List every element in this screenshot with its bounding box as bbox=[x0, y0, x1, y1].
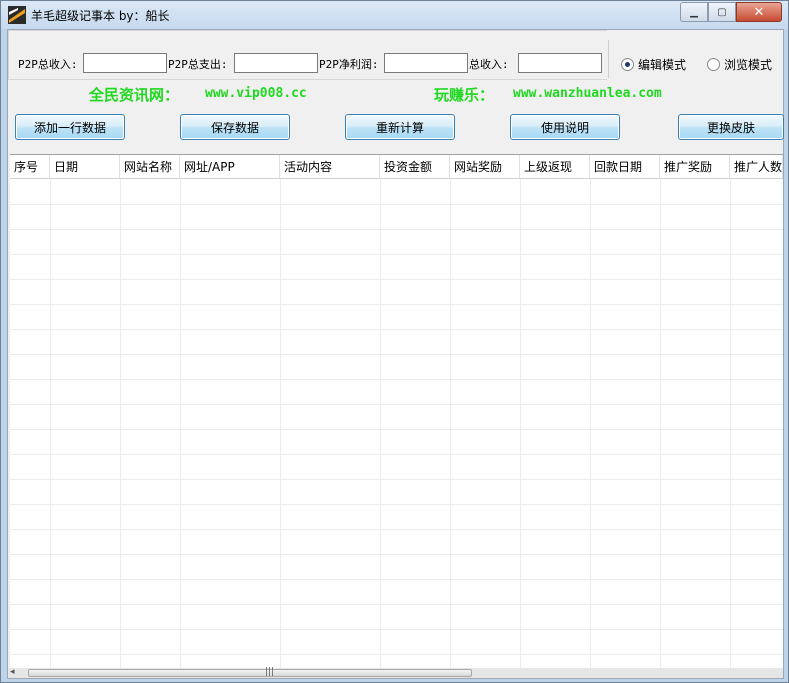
table-row bbox=[10, 504, 783, 505]
window-title: 羊毛超级记事本 by：船长 bbox=[31, 9, 170, 23]
grid-column-line bbox=[730, 179, 731, 670]
summary-group: P2P总收入: P2P总支出: P2P净利润: 总收入: bbox=[8, 30, 607, 80]
column-header[interactable]: 活动内容 bbox=[280, 155, 380, 179]
change-skin-button[interactable]: 更换皮肤 bbox=[678, 114, 784, 140]
scroll-left-icon[interactable]: ◂ bbox=[10, 667, 15, 677]
table-row bbox=[10, 304, 783, 305]
column-header[interactable]: 推广人数 bbox=[730, 155, 783, 179]
table-row bbox=[10, 329, 783, 330]
column-header[interactable]: 投资金额 bbox=[380, 155, 450, 179]
save-button[interactable]: 保存数据 bbox=[180, 114, 290, 140]
site2-url[interactable]: www.wanzhuanlea.com bbox=[513, 86, 662, 101]
grid-column-line bbox=[180, 179, 181, 670]
p2p-net-label: P2P净利润: bbox=[319, 58, 379, 71]
app-window: 羊毛超级记事本 by：船长 ▁ ▢ ✕ P2P总收入: P2P总支出: P2P净… bbox=[0, 0, 789, 683]
table-row bbox=[10, 554, 783, 555]
grid-column-line bbox=[380, 179, 381, 670]
title-bar[interactable]: 羊毛超级记事本 by：船长 ▁ ▢ ✕ bbox=[1, 1, 788, 29]
table-row bbox=[10, 204, 783, 205]
table-row bbox=[10, 429, 783, 430]
data-table[interactable]: 序号 日期 网站名称 网址/APP 活动内容 投资金额 网站奖励 上级返现 回款… bbox=[10, 154, 783, 670]
minimize-icon: ▁ bbox=[690, 6, 698, 18]
grid-column-line bbox=[450, 179, 451, 670]
table-row bbox=[10, 379, 783, 380]
site1-name: 全民资讯网： bbox=[89, 86, 180, 104]
column-header[interactable]: 网站奖励 bbox=[450, 155, 520, 179]
minimize-button[interactable]: ▁ bbox=[680, 2, 708, 22]
grid-column-line bbox=[660, 179, 661, 670]
column-header[interactable]: 网站名称 bbox=[120, 155, 180, 179]
mode-group: 编辑模式 浏览模式 bbox=[608, 40, 784, 78]
table-row bbox=[10, 354, 783, 355]
browse-mode-label: 浏览模式 bbox=[724, 58, 773, 72]
recalculate-button[interactable]: 重新计算 bbox=[345, 114, 455, 140]
p2p-income-field[interactable] bbox=[83, 53, 167, 73]
grid-column-line bbox=[280, 179, 281, 670]
table-row bbox=[10, 654, 783, 655]
total-income-label: 总收入: bbox=[469, 58, 509, 71]
p2p-net-field[interactable] bbox=[384, 53, 468, 73]
main-panel: P2P总收入: P2P总支出: P2P净利润: 总收入: 编辑模式 浏览模式 全… bbox=[7, 29, 784, 679]
grid-column-line bbox=[120, 179, 121, 670]
close-icon: ✕ bbox=[753, 4, 765, 20]
table-row bbox=[10, 579, 783, 580]
add-row-button[interactable]: 添加一行数据 bbox=[15, 114, 125, 140]
grid-column-line bbox=[590, 179, 591, 670]
table-row bbox=[10, 604, 783, 605]
radio-selected-icon bbox=[621, 58, 634, 71]
scrollbar-thumb[interactable]: ||| bbox=[28, 667, 472, 677]
grid-column-line bbox=[50, 179, 51, 670]
table-row bbox=[10, 229, 783, 230]
site1-url[interactable]: www.vip008.cc bbox=[205, 86, 307, 101]
help-button[interactable]: 使用说明 bbox=[510, 114, 620, 140]
column-header[interactable]: 网址/APP bbox=[180, 155, 280, 179]
grid-column-line bbox=[520, 179, 521, 670]
maximize-button[interactable]: ▢ bbox=[708, 2, 736, 22]
table-row bbox=[10, 479, 783, 480]
column-header[interactable]: 回款日期 bbox=[590, 155, 660, 179]
column-header[interactable]: 上级返现 bbox=[520, 155, 590, 179]
edit-mode-label: 编辑模式 bbox=[638, 58, 687, 72]
column-header[interactable]: 日期 bbox=[50, 155, 120, 179]
maximize-icon: ▢ bbox=[717, 6, 727, 18]
radio-unselected-icon bbox=[707, 58, 720, 71]
p2p-expense-field[interactable] bbox=[234, 53, 318, 73]
table-row bbox=[10, 279, 783, 280]
table-row bbox=[10, 254, 783, 255]
edit-mode-radio[interactable]: 编辑模式 bbox=[621, 56, 686, 73]
total-income-field[interactable] bbox=[518, 53, 602, 73]
grip-icon: ||| bbox=[265, 667, 275, 677]
table-row bbox=[10, 529, 783, 530]
table-row bbox=[10, 454, 783, 455]
app-logo-icon bbox=[8, 6, 26, 24]
close-button[interactable]: ✕ bbox=[736, 2, 782, 22]
column-header[interactable]: 序号 bbox=[10, 155, 50, 179]
browse-mode-radio[interactable]: 浏览模式 bbox=[707, 56, 772, 73]
p2p-expense-label: P2P总支出: bbox=[168, 58, 228, 71]
p2p-income-label: P2P总收入: bbox=[18, 58, 78, 71]
site2-name: 玩赚乐： bbox=[434, 86, 495, 104]
table-row bbox=[10, 404, 783, 405]
horizontal-scrollbar[interactable]: ◂ ||| bbox=[8, 667, 783, 678]
column-header[interactable]: 推广奖励 bbox=[660, 155, 730, 179]
table-row bbox=[10, 629, 783, 630]
window-controls: ▁ ▢ ✕ bbox=[680, 2, 782, 22]
